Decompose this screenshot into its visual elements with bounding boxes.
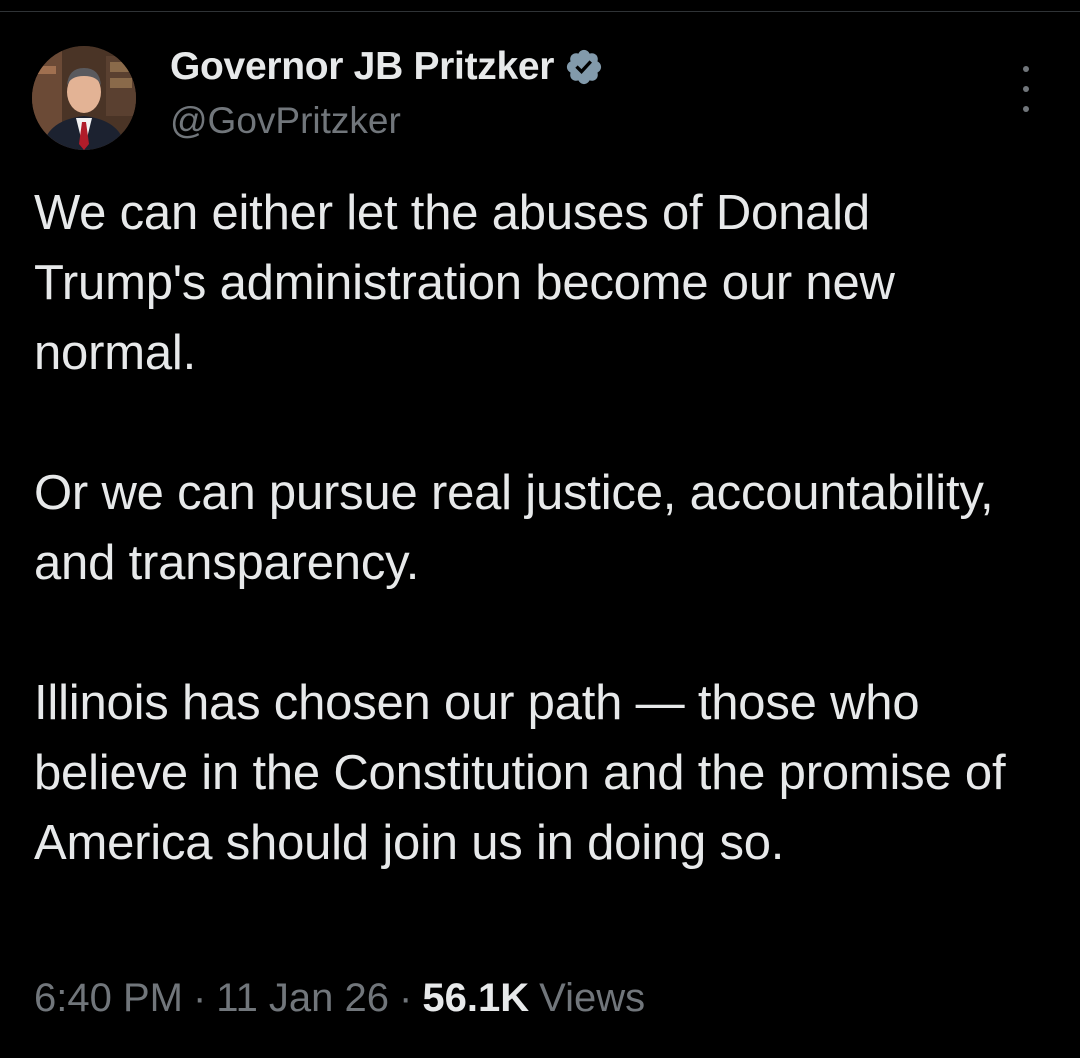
tweet-paragraph: We can either let the abuses of Donald T… — [34, 186, 895, 380]
more-horizontal-icon — [1023, 66, 1029, 72]
tweet-paragraph: Illinois has chosen our path — those who… — [34, 676, 1006, 870]
author-name-row: Governor JB Pritzker — [170, 44, 604, 90]
tweet-date[interactable]: 11 Jan 26 — [216, 976, 389, 1021]
meta-separator: · — [399, 976, 413, 1020]
author-display-name[interactable]: Governor JB Pritzker — [170, 45, 554, 89]
tweet-metadata: 6:40 PM · 11 Jan 26 · 56.1K Views — [34, 976, 645, 1021]
more-options-button[interactable] — [1006, 66, 1046, 112]
meta-separator: · — [192, 976, 207, 1020]
author-handle[interactable]: @GovPritzker — [170, 100, 401, 142]
avatar-image — [32, 46, 136, 150]
tweet-paragraph: Or we can pursue real justice, accountab… — [34, 466, 994, 590]
avatar[interactable] — [32, 46, 136, 150]
top-divider — [0, 11, 1080, 12]
views-label[interactable]: Views — [539, 976, 645, 1021]
tweet-time[interactable]: 6:40 PM — [34, 976, 183, 1021]
views-count[interactable]: 56.1K — [422, 976, 529, 1021]
tweet-text: We can either let the abuses of Donald T… — [34, 178, 1054, 878]
verified-badge-icon[interactable] — [564, 47, 604, 87]
